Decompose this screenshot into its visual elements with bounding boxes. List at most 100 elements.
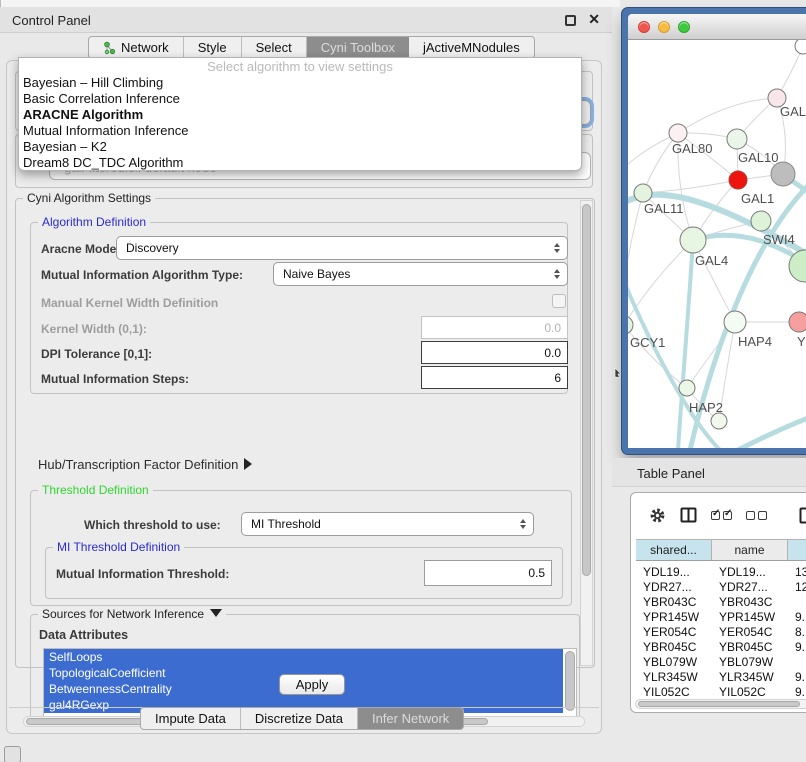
node[interactable] [795, 40, 806, 54]
hub-definition-toggle[interactable]: Hub/Transcription Factor Definition [38, 457, 252, 472]
table-row[interactable]: YBR045CYBR045C9. [636, 640, 806, 655]
column-header-shared-name[interactable]: shared... [636, 539, 712, 561]
dpi-tolerance-input[interactable]: 0.0 [421, 341, 568, 364]
mi-type-combo[interactable]: Naive Bayes [273, 262, 568, 286]
mi-threshold-input[interactable]: 0.5 [424, 560, 552, 586]
tab-jactivemnodules[interactable]: jActiveMNodules [409, 37, 534, 58]
table-row[interactable]: YPR145WYPR145W9. [636, 610, 806, 625]
tab-impute-data[interactable]: Impute Data [141, 708, 241, 729]
manual-kernel-checkbox[interactable] [552, 294, 566, 308]
zoom-traffic-light-icon[interactable] [678, 21, 690, 33]
popup-placeholder: Select algorithm to view settings [19, 58, 581, 75]
spinner-arrows-icon [554, 243, 560, 253]
menu-item[interactable]: Basic Correlation Inference [19, 91, 581, 107]
menu-item[interactable]: Bayesian – Hill Climbing [19, 75, 581, 91]
node-hap4[interactable] [724, 311, 746, 333]
node-gal10[interactable] [727, 129, 747, 149]
node-gal11[interactable] [634, 184, 652, 202]
table-row[interactable]: YDL19...YDL19...13 [636, 565, 806, 580]
close-icon[interactable]: ✕ [588, 11, 600, 28]
cyni-algorithm-settings-group: Cyni Algorithm Settings Algorithm Defini… [15, 198, 595, 668]
node-label: SWI4 [763, 232, 795, 247]
list-item[interactable]: SelfLoops [44, 649, 563, 665]
table-toolbar [631, 493, 806, 537]
gear-icon[interactable] [649, 507, 666, 524]
settings-group-title: Cyni Algorithm Settings [23, 191, 155, 205]
network-view-window[interactable]: GAL GAL80 GAL10 GAL1 GAL11 SWI4 GAL4 GCY… [622, 8, 806, 454]
apply-button[interactable]: Apply [279, 674, 345, 695]
network-window-titlebar[interactable] [628, 14, 806, 40]
mi-threshold-group-title: MI Threshold Definition [53, 540, 184, 554]
aracne-mode-combo[interactable]: Discovery [116, 236, 568, 260]
table-row[interactable]: YER054CYER054C8. [636, 625, 806, 640]
node-label: GAL1 [741, 191, 774, 206]
data-attributes-label: Data Attributes [39, 628, 128, 642]
column-header[interactable] [788, 539, 806, 561]
collapsed-panel-icon[interactable] [4, 746, 21, 762]
float-window-icon[interactable] [565, 15, 576, 26]
aracne-mode-label: Aracne Mode: [41, 242, 120, 256]
new-table-icon[interactable] [799, 507, 806, 524]
table-panel: shared... name YDL19...YDL19...13 YDR27.… [630, 492, 806, 713]
settings-vertical-scrollbar-thumb[interactable] [582, 204, 591, 576]
node-label: HAP4 [738, 334, 772, 349]
which-threshold-combo[interactable]: MI Threshold [241, 512, 534, 536]
table-row[interactable]: YBL079WYBL079W [636, 655, 806, 670]
bottom-tabbar: Impute Data Discretize Data Infer Networ… [140, 707, 464, 730]
tab-select[interactable]: Select [242, 37, 307, 58]
mi-steps-input[interactable]: 6 [421, 366, 568, 389]
close-traffic-light-icon[interactable] [638, 21, 650, 33]
network-canvas[interactable]: GAL GAL80 GAL10 GAL1 GAL11 SWI4 GAL4 GCY… [628, 40, 806, 448]
settings-vertical-scrollbar[interactable] [580, 200, 593, 666]
sources-group-title[interactable]: Sources for Network Inference [38, 607, 226, 621]
list-vertical-scrollbar[interactable] [565, 651, 575, 711]
deselect-all-icon[interactable] [746, 511, 767, 520]
table-row[interactable]: YLR345WYLR345W9. [636, 670, 806, 685]
node-label: GCY1 [630, 335, 665, 350]
table-horizontal-scrollbar-thumb[interactable] [638, 701, 800, 707]
tab-style[interactable]: Style [184, 37, 242, 58]
table-row[interactable]: YDR27...YDR27...12 [636, 580, 806, 595]
select-all-icon[interactable] [711, 511, 732, 520]
kernel-width-input[interactable]: 0.0 [421, 316, 568, 339]
menu-item-selected[interactable]: ARACNE Algorithm [19, 107, 581, 123]
node[interactable] [711, 413, 727, 429]
menu-item[interactable]: Bayesian – K2 [19, 139, 581, 155]
menu-item[interactable]: Dream8 DC_TDC Algorithm [19, 155, 581, 171]
node-swi4[interactable] [751, 211, 771, 231]
which-threshold-label: Which threshold to use: [84, 518, 221, 532]
node-label: GAL [780, 104, 806, 119]
control-panel-title: Control Panel [12, 13, 91, 28]
table-row[interactable]: YIL052CYIL052C9. [636, 685, 806, 697]
node-gal80[interactable] [669, 124, 687, 142]
control-panel-tabbar: Network Style Select Cyni Toolbox jActiv… [88, 36, 535, 59]
node-gal1-red[interactable] [729, 171, 747, 189]
node-salmon[interactable] [789, 312, 806, 332]
table-header-row: shared... name [636, 539, 806, 561]
node-gcy1[interactable] [628, 316, 633, 334]
tab-discretize-data[interactable]: Discretize Data [241, 708, 358, 729]
manual-kernel-label: Manual Kernel Width Definition [41, 296, 218, 310]
table-horizontal-scrollbar[interactable] [635, 699, 806, 709]
top-strip [0, 0, 620, 7]
tab-network[interactable]: Network [89, 37, 184, 58]
sources-group: Sources for Network Inference Data Attri… [30, 614, 580, 716]
menu-item[interactable]: Mutual Information Inference [19, 123, 581, 139]
spinner-arrows-icon [520, 519, 526, 529]
algorithm-definition-title: Algorithm Definition [38, 215, 150, 229]
node-label: Y [797, 334, 806, 349]
minimize-traffic-light-icon[interactable] [658, 21, 670, 33]
network-icon [103, 41, 116, 55]
tab-cyni-toolbox[interactable]: Cyni Toolbox [307, 37, 409, 58]
table-row[interactable]: YBR043CYBR043C [636, 595, 806, 610]
tab-infer-network[interactable]: Infer Network [358, 708, 463, 729]
collapse-down-icon [210, 609, 222, 617]
column-header-name[interactable]: name [712, 539, 788, 561]
control-panel-titlebar: Control Panel ✕ [0, 7, 612, 33]
mi-steps-label: Mutual Information Steps: [41, 372, 189, 386]
column-layout-icon[interactable] [680, 507, 697, 523]
kernel-width-label: Kernel Width (0,1): [41, 322, 147, 336]
node-hap2[interactable] [679, 380, 695, 396]
node-gray[interactable] [771, 162, 795, 186]
node-gal4[interactable] [680, 227, 706, 253]
